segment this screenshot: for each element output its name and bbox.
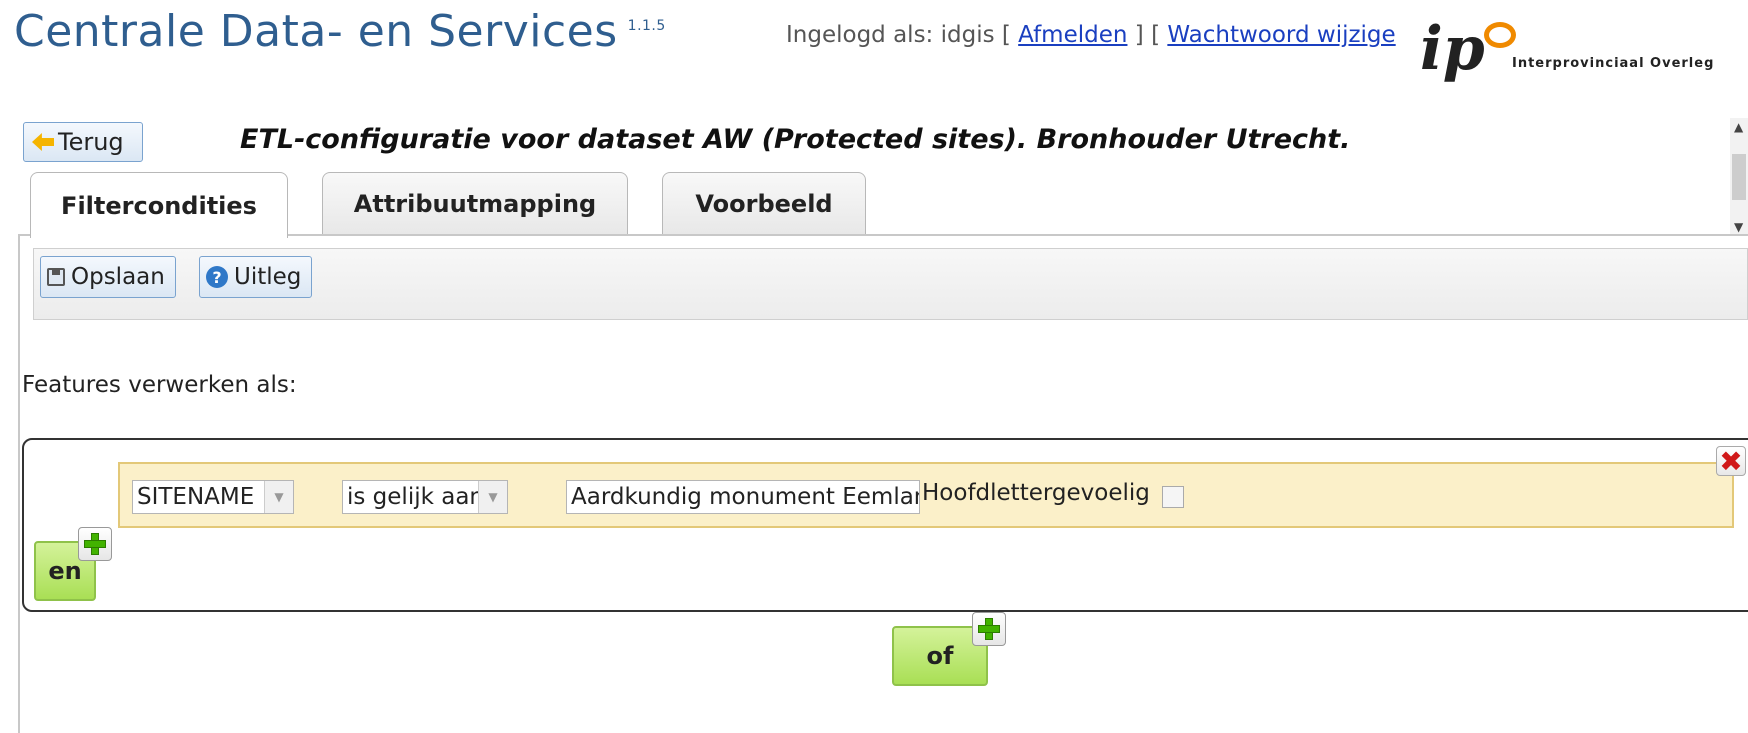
case-sensitive-label: Hoofdlettergevoelig — [922, 480, 1150, 506]
logo-mark: ip — [1420, 14, 1485, 84]
logo-ring-icon — [1484, 22, 1516, 48]
or-button-label: of — [926, 642, 954, 670]
app-title-text: Centrale Data- en Services — [14, 6, 618, 57]
plus-icon — [84, 533, 106, 555]
filter-condition: SITENAME ▼ is gelijk aan ▼ Aardkundig mo… — [118, 462, 1734, 528]
help-button[interactable]: ? Uitleg — [199, 256, 313, 298]
login-separator: ] [ — [1127, 22, 1168, 48]
scrollbar-thumb[interactable] — [1732, 154, 1746, 200]
login-status: Ingelogd als: idgis [ Afmelden ] [ Wacht… — [786, 22, 1396, 48]
add-condition-button[interactable] — [78, 527, 112, 561]
close-icon: ✖ — [1719, 444, 1743, 478]
app-title: Centrale Data- en Services 1.1.5 — [14, 6, 666, 57]
toolbar: Opslaan ? Uitleg — [33, 248, 1748, 320]
features-label: Features verwerken als: — [22, 372, 297, 398]
tab-attribuutmapping[interactable]: Attribuutmapping — [322, 172, 628, 234]
logout-link[interactable]: Afmelden — [1018, 22, 1127, 48]
back-button-label: Terug — [58, 128, 124, 156]
scroll-down-icon[interactable]: ▼ — [1734, 220, 1743, 234]
help-button-label: Uitleg — [234, 264, 302, 290]
floppy-disk-icon — [47, 268, 65, 286]
save-button[interactable]: Opslaan — [40, 256, 176, 298]
chevron-down-icon[interactable]: ▼ — [264, 481, 293, 513]
tab-filtercondities[interactable]: Filtercondities — [30, 172, 288, 238]
add-or-group-button[interactable] — [972, 612, 1006, 646]
tab-label: Voorbeeld — [695, 189, 833, 218]
scroll-up-icon[interactable]: ▲ — [1734, 120, 1743, 134]
back-arrow-icon — [32, 133, 54, 151]
ipo-logo: ip Interprovinciaal Overleg — [1420, 14, 1748, 94]
delete-condition-button[interactable]: ✖ — [1716, 444, 1746, 478]
tab-label: Attribuutmapping — [353, 189, 597, 218]
save-button-label: Opslaan — [71, 264, 165, 290]
case-sensitive-checkbox[interactable] — [1162, 486, 1184, 508]
attribute-value: SITENAME — [137, 484, 255, 510]
tab-voorbeeld[interactable]: Voorbeeld — [662, 172, 866, 234]
app-version: 1.1.5 — [627, 18, 666, 34]
tab-label: Filtercondities — [61, 191, 257, 220]
back-button[interactable]: Terug — [23, 122, 143, 162]
panel-left-border — [18, 234, 20, 733]
plus-icon — [978, 618, 1000, 640]
operator-value: is gelijk aan — [347, 484, 485, 510]
and-button-label: en — [48, 557, 82, 585]
login-prefix: Ingelogd als: idgis [ — [786, 22, 1019, 48]
chevron-down-icon[interactable]: ▼ — [478, 481, 507, 513]
operator-select[interactable]: is gelijk aan ▼ — [342, 480, 508, 514]
page-title: ETL-configuratie voor dataset AW (Protec… — [240, 124, 1351, 155]
vertical-scrollbar[interactable]: ▲ ▼ — [1730, 118, 1748, 236]
value-input-text: Aardkundig monument Eemland — [571, 484, 920, 510]
logo-org-name: Interprovinciaal Overleg — [1512, 56, 1715, 71]
value-input[interactable]: Aardkundig monument Eemland — [566, 480, 920, 514]
change-password-link[interactable]: Wachtwoord wijzige — [1167, 22, 1395, 48]
help-icon: ? — [206, 266, 228, 288]
attribute-select[interactable]: SITENAME ▼ — [132, 480, 294, 514]
